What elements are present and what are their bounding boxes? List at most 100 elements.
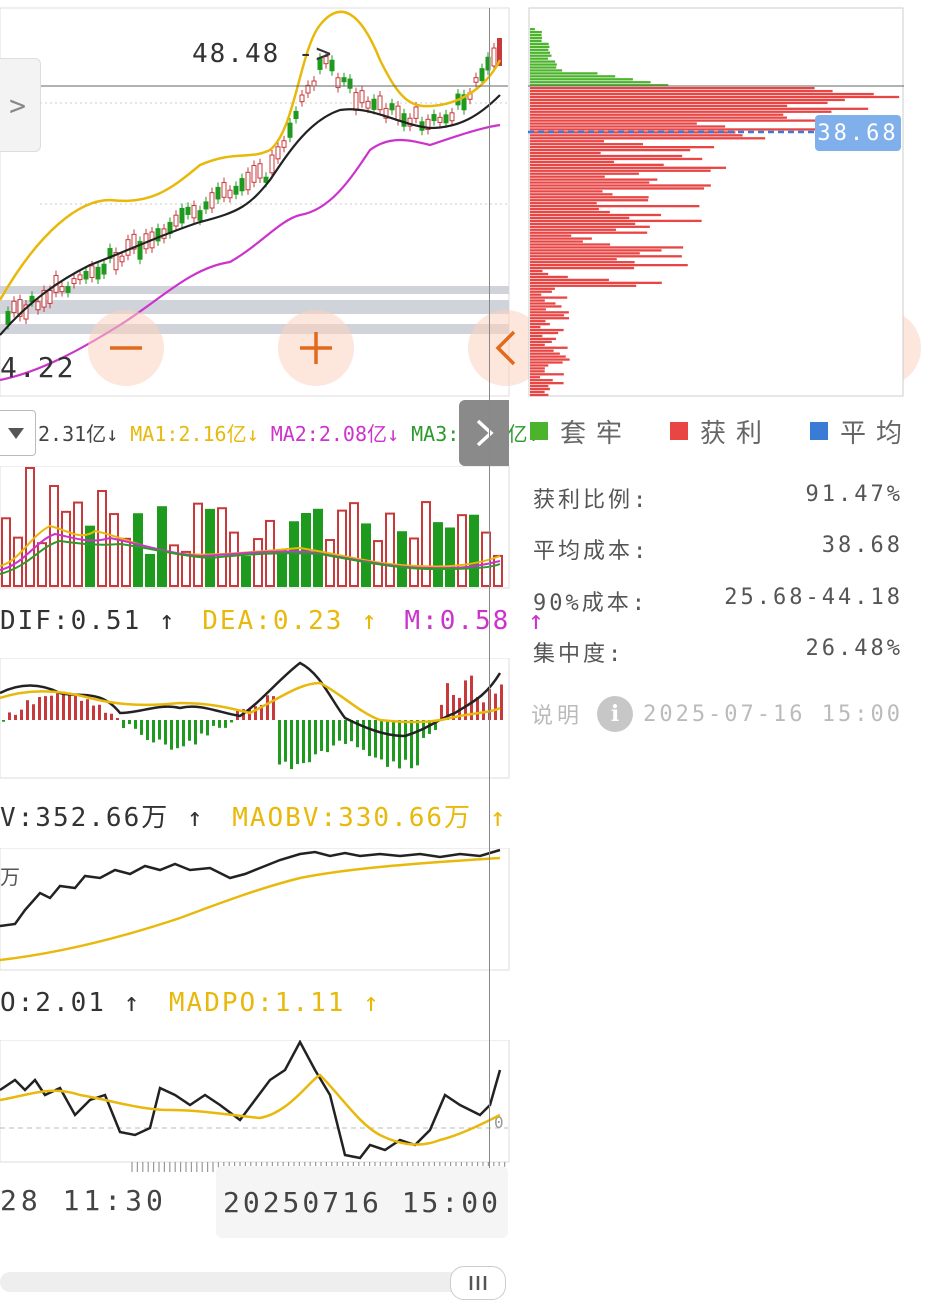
- chip-bar-profit: [530, 255, 682, 258]
- volume-bar: [241, 556, 251, 588]
- volume-bar: [409, 537, 419, 587]
- macd-bar: [368, 720, 371, 757]
- chip-bar-profit: [530, 213, 662, 217]
- volume-bar: [133, 513, 143, 587]
- candle: [71, 278, 77, 285]
- chip-bar-trapped: [530, 60, 556, 63]
- chip-timestamp: 2025-07-16 15:00: [643, 701, 903, 727]
- chip-bar-profit: [530, 355, 566, 358]
- support-band: [0, 324, 509, 334]
- chevron-right-icon: >: [9, 88, 26, 122]
- candle: [59, 286, 65, 293]
- volume-bar: [493, 554, 503, 587]
- chip-bar-trapped: [530, 33, 542, 37]
- candle: [281, 140, 287, 148]
- prev-period-tab[interactable]: >: [0, 58, 41, 152]
- chevron-right-icon: [476, 419, 494, 447]
- chip-bar-profit: [530, 361, 563, 364]
- candle: [269, 154, 275, 174]
- obv-chart[interactable]: 万: [0, 848, 510, 972]
- plus-icon: [300, 332, 332, 364]
- volume-bar: [25, 467, 35, 587]
- chip-bar-trapped: [530, 78, 633, 81]
- candle: [257, 163, 263, 179]
- chip-bar-profit: [530, 393, 549, 397]
- stat-label: 平均成本:: [533, 539, 650, 564]
- chip-bar-profit: [530, 343, 545, 346]
- chip-bar-profit: [530, 122, 697, 125]
- info-icon[interactable]: i: [597, 696, 634, 732]
- macd-bar: [134, 720, 137, 729]
- kline-chart[interactable]: 48.48 -> 4.22: [0, 0, 510, 400]
- time-scrollbar[interactable]: [0, 1272, 505, 1292]
- volume-bar: [205, 508, 215, 587]
- volume-chart[interactable]: [0, 466, 510, 590]
- chip-bar-profit: [530, 202, 597, 205]
- collapse-panel-button[interactable]: [459, 400, 509, 466]
- chip-bar-profit: [530, 196, 649, 199]
- chip-bar-trapped: [530, 28, 535, 31]
- candle: [215, 186, 221, 200]
- chip-bar-profit: [530, 157, 703, 161]
- candle: [119, 255, 125, 263]
- chevron-left-icon: [495, 330, 516, 366]
- dpo-chart[interactable]: 0: [0, 1040, 510, 1164]
- candle: [443, 114, 449, 124]
- candle: [251, 165, 257, 183]
- zoom-in-button[interactable]: [278, 310, 354, 386]
- chip-bar-profit: [530, 305, 562, 308]
- macd-bar: [380, 720, 383, 760]
- macd-bar: [290, 720, 293, 770]
- chip-bar-trapped: [530, 51, 551, 54]
- chip-bar-trapped: [530, 66, 557, 69]
- chip-bar-profit: [530, 249, 662, 252]
- volume-dropdown[interactable]: [0, 410, 36, 456]
- volume-bar: [397, 531, 407, 588]
- macd-chart[interactable]: [0, 658, 510, 780]
- chip-bar-profit: [530, 222, 636, 225]
- volume-bar: [61, 510, 71, 587]
- chip-distribution-chart[interactable]: 38.68: [528, 0, 908, 400]
- volume-bar: [193, 502, 203, 588]
- chip-bar-trapped: [530, 63, 557, 66]
- chip-bar-profit: [530, 296, 568, 299]
- support-band: [0, 300, 509, 314]
- chip-bar-profit: [530, 384, 549, 388]
- volume-bar: [277, 550, 287, 588]
- chip-bar-profit: [530, 240, 583, 243]
- macd-bar: [344, 720, 347, 744]
- chip-bar-trapped: [530, 57, 548, 60]
- zoom-out-button[interactable]: [88, 310, 164, 386]
- volume-bar: [421, 501, 431, 587]
- candle: [377, 95, 383, 111]
- chip-bar-profit: [530, 278, 609, 282]
- volume-bar: [433, 522, 443, 587]
- chip-bar-profit: [530, 148, 691, 152]
- candle: [401, 113, 407, 127]
- chip-bar-profit: [530, 175, 605, 178]
- chip-bar-profit: [530, 98, 845, 102]
- macd-bar: [116, 718, 119, 720]
- average-swatch: [810, 422, 828, 440]
- chip-bar-profit: [530, 190, 603, 193]
- volume-bar: [109, 513, 119, 587]
- chip-bar-profit: [530, 210, 610, 214]
- macd-bar: [152, 720, 155, 743]
- chip-bar-profit: [530, 107, 869, 110]
- profit-swatch: [670, 422, 688, 440]
- chip-bar-trapped: [530, 30, 542, 34]
- chip-bar-profit: [530, 225, 650, 228]
- scrollbar-handle[interactable]: [450, 1266, 506, 1300]
- candle: [347, 78, 353, 89]
- macd-bar: [206, 720, 209, 736]
- chip-bar-profit: [530, 89, 833, 93]
- chip-bar-profit: [530, 373, 564, 376]
- chip-bar-profit: [530, 166, 727, 169]
- chip-bar-trapped: [530, 54, 552, 57]
- chip-bar-profit: [530, 284, 637, 287]
- chip-bar-profit: [530, 181, 650, 184]
- macd-bar: [416, 720, 419, 766]
- chip-bar-profit: [530, 178, 658, 181]
- candle: [221, 182, 227, 198]
- candle: [359, 90, 365, 104]
